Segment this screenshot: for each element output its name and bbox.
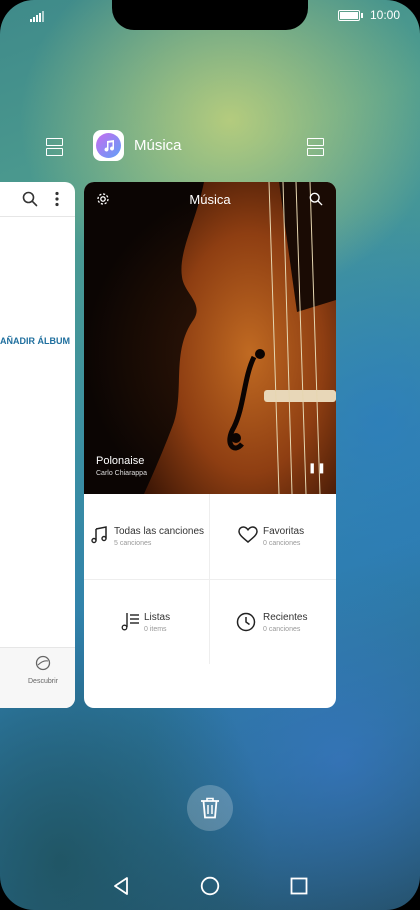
tile-label: Favoritas (263, 526, 305, 537)
trash-icon (201, 797, 219, 819)
add-album-link[interactable]: AÑADIR ÁLBUM (0, 336, 70, 346)
back-nav-icon[interactable] (112, 876, 130, 896)
tile-favorites[interactable]: Favoritas 0 canciones (210, 494, 335, 579)
clear-all-button[interactable] (187, 785, 233, 831)
tile-sub: 0 canciones (263, 626, 301, 633)
left-card-bottom-bar: Descubrir (0, 647, 75, 708)
tile-label: Recientes (263, 612, 308, 623)
camera-notch (112, 0, 308, 30)
music-header-title: Música (189, 192, 231, 207)
split-screen-icon[interactable] (46, 138, 63, 156)
recent-apps-screen: 10:00 Música AÑADIR ÁLBUM Descubrir Músi… (0, 0, 420, 910)
clock-icon (236, 612, 256, 632)
music-note-icon (91, 526, 107, 544)
recent-app-card-music[interactable]: Música Polonaise Carlo Chiarappa ❚❚ Toda… (84, 182, 336, 708)
now-playing-artwork[interactable]: Música Polonaise Carlo Chiarappa ❚❚ (84, 182, 336, 494)
tile-sub: 0 canciones (263, 540, 301, 547)
left-card-toolbar (0, 182, 75, 217)
pause-icon[interactable]: ❚❚ (308, 463, 327, 474)
tile-label: Todas las canciones (114, 526, 205, 537)
tile-all-songs[interactable]: Todas las canciones 5 canciones (84, 494, 209, 579)
tile-sub: 0 items (144, 626, 167, 633)
more-menu-icon[interactable] (55, 191, 59, 207)
recent-app-card-left[interactable]: AÑADIR ÁLBUM Descubrir (0, 182, 75, 708)
heart-icon (238, 526, 258, 543)
split-screen-icon[interactable] (307, 138, 324, 156)
violin-image (144, 182, 336, 494)
search-icon[interactable] (22, 191, 38, 207)
signal-icon (30, 9, 44, 27)
music-app-icon (93, 130, 124, 161)
discover-label[interactable]: Descubrir (28, 678, 58, 685)
song-artist: Carlo Chiarappa (96, 470, 147, 477)
tile-sub: 5 canciones (114, 540, 152, 547)
app-header: Música (93, 130, 182, 161)
song-title: Polonaise (96, 455, 145, 467)
status-time: 10:00 (369, 8, 400, 22)
battery-icon (337, 9, 363, 21)
search-icon[interactable] (309, 192, 323, 206)
tile-recent[interactable]: Recientes 0 canciones (210, 580, 335, 665)
library-grid: Todas las canciones 5 canciones Favorita… (84, 494, 336, 664)
tile-label: Listas (144, 612, 171, 623)
recent-apps-nav-icon[interactable] (290, 876, 308, 896)
status-right: 10:00 (337, 8, 400, 22)
app-title: Música (134, 137, 182, 154)
playlist-icon (121, 613, 139, 631)
discover-icon[interactable] (35, 655, 51, 671)
home-nav-icon[interactable] (200, 876, 220, 896)
tile-playlists[interactable]: Listas 0 items (84, 580, 209, 665)
